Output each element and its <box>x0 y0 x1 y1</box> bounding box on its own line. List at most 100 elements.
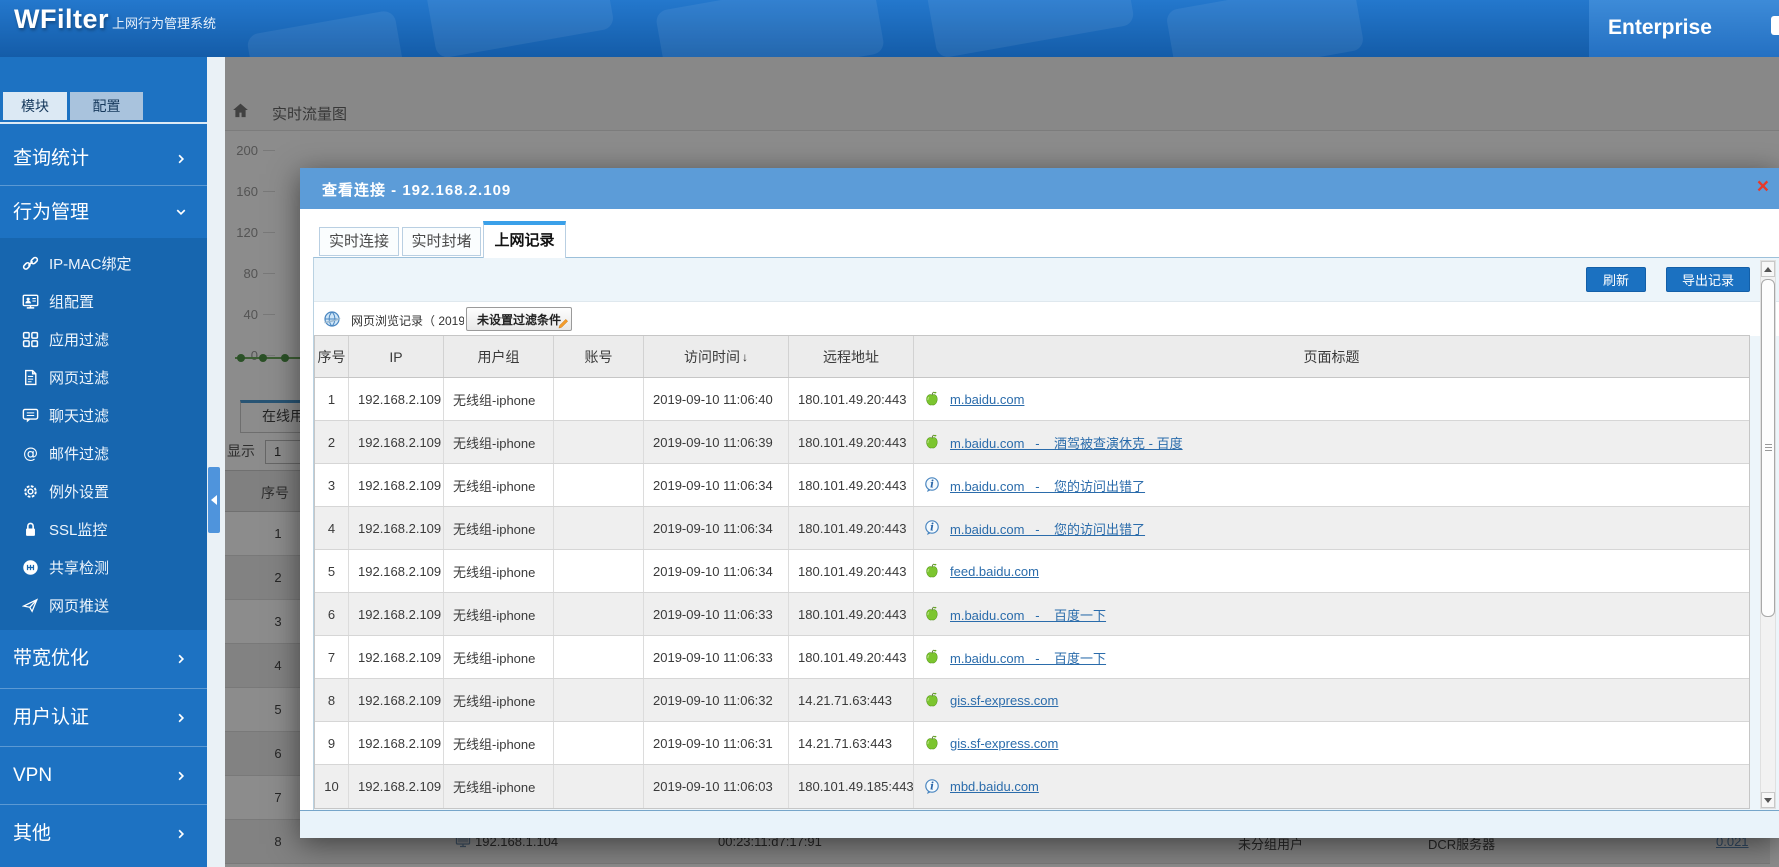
sidebar-item-0[interactable]: IP-MAC绑定 <box>0 244 207 282</box>
column-header-0[interactable]: 序号 <box>315 336 349 377</box>
sidebar-mode-tab-1[interactable]: 配置 <box>70 92 143 120</box>
cell-time: 2019-09-10 11:06:33 <box>644 593 789 635</box>
export-records-button[interactable]: 导出记录 <box>1666 267 1750 292</box>
cell-remote: 180.101.49.20:443 <box>789 550 914 592</box>
cell-remote: 180.101.49.20:443 <box>789 507 914 549</box>
column-header-5[interactable]: 远程地址 <box>789 336 914 377</box>
sort-desc-icon: ↓ <box>742 349 748 364</box>
sidebar-item-label: 例外设置 <box>49 483 110 501</box>
cell-account <box>554 421 644 463</box>
sidebar-group-2[interactable]: 带宽优化 <box>0 630 207 688</box>
page-link[interactable]: m.baidu.com - 百度一下 <box>950 605 1106 624</box>
page-link[interactable]: feed.baidu.com <box>950 564 1039 579</box>
cell-no: 10 <box>315 765 349 808</box>
column-header-label: 账号 <box>584 348 613 365</box>
sidebar-item-6[interactable]: 例外设置 <box>0 472 207 510</box>
record-row: 6 192.168.2.109 无线组-iphone 2019-09-10 11:06… <box>315 593 1749 636</box>
cell-remote: 180.101.49.20:443 <box>789 636 914 678</box>
sidebar-collapse-handle[interactable] <box>208 467 220 533</box>
page-link[interactable]: m.baidu.com - 您的访问出错了 <box>950 476 1145 495</box>
record-row: 1 192.168.2.109 无线组-iphone 2019-09-10 11:06… <box>315 378 1749 421</box>
scroll-up-button[interactable] <box>1761 261 1775 277</box>
sidebar-group-5[interactable]: 其他 <box>0 804 207 862</box>
column-header-3[interactable]: 账号 <box>554 336 644 377</box>
page-link[interactable]: m.baidu.com - 酒驾被查演休克 - 百度 <box>950 433 1183 452</box>
page-link[interactable]: gis.sf-express.com <box>950 693 1058 708</box>
mail-icon: @ <box>22 445 39 462</box>
column-header-4[interactable]: 访问时间 ↓ <box>644 336 789 377</box>
sidebar-group-3[interactable]: 用户认证 <box>0 688 207 746</box>
scrollbar[interactable] <box>1760 260 1776 809</box>
sidebar-group-label: 行为管理 <box>13 202 90 223</box>
dialog-tab-1[interactable]: 实时封堵 <box>402 227 481 256</box>
cell-ip: 192.168.2.109 <box>349 464 444 506</box>
page-link[interactable]: gis.sf-express.com <box>950 736 1058 751</box>
cell-group: 无线组-iphone <box>444 550 554 592</box>
sidebar-item-9[interactable]: 网页推送 <box>0 586 207 624</box>
cell-no: 5 <box>315 550 349 592</box>
sidebar-item-8[interactable]: 共享检测 <box>0 548 207 586</box>
sidebar-item-1[interactable]: 组配置 <box>0 282 207 320</box>
cell-time: 2019-09-10 11:06:40 <box>644 378 789 420</box>
cell-time: 2019-09-10 11:06:34 <box>644 464 789 506</box>
column-header-1[interactable]: IP <box>349 336 444 377</box>
cell-remote: 180.101.49.20:443 <box>789 378 914 420</box>
chat-icon <box>22 407 39 424</box>
dialog-tab-0[interactable]: 实时连接 <box>319 227 399 256</box>
sidebar-group-label: 查询统计 <box>13 148 90 169</box>
keyboard-decoration <box>245 9 405 57</box>
cell-group: 无线组-iphone <box>444 464 554 506</box>
cell-no: 9 <box>315 722 349 764</box>
column-header-label: 页面标题 <box>1303 348 1360 365</box>
apple-icon <box>923 691 941 709</box>
sidebar-mode-tab-0[interactable]: 模块 <box>3 92 67 120</box>
dialog-body: 实时连接实时封堵上网记录 刷新 导出记录 网页浏览记录（ 20190910 ） … <box>300 209 1779 838</box>
filter-button[interactable]: 未设置过滤条件 <box>466 307 572 331</box>
column-header-2[interactable]: 用户组 <box>444 336 554 377</box>
record-row: 2 192.168.2.109 无线组-iphone 2019-09-10 11:06… <box>315 421 1749 464</box>
collapse-left-icon <box>211 495 217 505</box>
share-icon <box>22 559 39 576</box>
cell-account <box>554 550 644 592</box>
scroll-thumb[interactable] <box>1761 279 1775 617</box>
sidebar: 模块 配置 查询统计行为管理 IP-MAC绑定组配置 应用过滤 网页过滤 聊天过滤 @ 邮件过… <box>0 57 207 867</box>
dialog-title: 查看连接 - 192.168.2.109 <box>322 182 512 199</box>
sidebar-item-4[interactable]: 聊天过滤 <box>0 396 207 434</box>
page-link[interactable]: m.baidu.com - 百度一下 <box>950 648 1106 667</box>
sidebar-group-1[interactable]: 行为管理 <box>0 185 207 238</box>
filter-button-label: 未设置过滤条件 <box>476 312 561 327</box>
sidebar-group-0[interactable]: 查询统计 <box>0 132 207 185</box>
keyboard-decoration <box>924 0 1136 57</box>
sidebar-item-2[interactable]: 应用过滤 <box>0 320 207 358</box>
sidebar-group-label: 带宽优化 <box>13 648 90 669</box>
sidebar-item-label: IP-MAC绑定 <box>49 255 132 273</box>
page-link[interactable]: mbd.baidu.com <box>950 779 1039 794</box>
cell-page-title: feed.baidu.com <box>914 550 1749 592</box>
apps-icon <box>22 331 39 348</box>
sidebar-group-4[interactable]: VPN <box>0 746 207 804</box>
record-row: 9 192.168.2.109 无线组-iphone 2019-09-10 11:06… <box>315 722 1749 765</box>
webpage-icon <box>22 369 39 386</box>
cell-group: 无线组-iphone <box>444 421 554 463</box>
sidebar-item-7[interactable]: SSL监控 <box>0 510 207 548</box>
page-link[interactable]: m.baidu.com - 您的访问出错了 <box>950 519 1145 538</box>
sidebar-item-label: 共享检测 <box>49 559 110 577</box>
svg-text:i: i <box>930 781 934 792</box>
column-header-label: 访问时间 <box>684 348 740 365</box>
sidebar-group-label: 其他 <box>13 823 52 844</box>
cell-no: 1 <box>315 378 349 420</box>
cell-account <box>554 593 644 635</box>
sidebar-item-3[interactable]: 网页过滤 <box>0 358 207 396</box>
cell-time: 2019-09-10 11:06:32 <box>644 679 789 721</box>
page-link[interactable]: m.baidu.com <box>950 392 1024 407</box>
cell-group: 无线组-iphone <box>444 765 554 808</box>
scroll-down-button[interactable] <box>1761 792 1775 808</box>
cell-remote: 180.101.49.185:443 <box>789 765 914 808</box>
dialog-tab-2[interactable]: 上网记录 <box>483 221 566 258</box>
column-header-6[interactable]: 页面标题 <box>914 336 1749 377</box>
close-icon[interactable]: × <box>1757 174 1769 199</box>
topbar: WFilter 上网行为管理系统 Enterprise <box>0 0 1779 58</box>
refresh-button[interactable]: 刷新 <box>1586 267 1646 292</box>
cell-ip: 192.168.2.109 <box>349 722 444 764</box>
sidebar-item-5[interactable]: @ 邮件过滤 <box>0 434 207 472</box>
